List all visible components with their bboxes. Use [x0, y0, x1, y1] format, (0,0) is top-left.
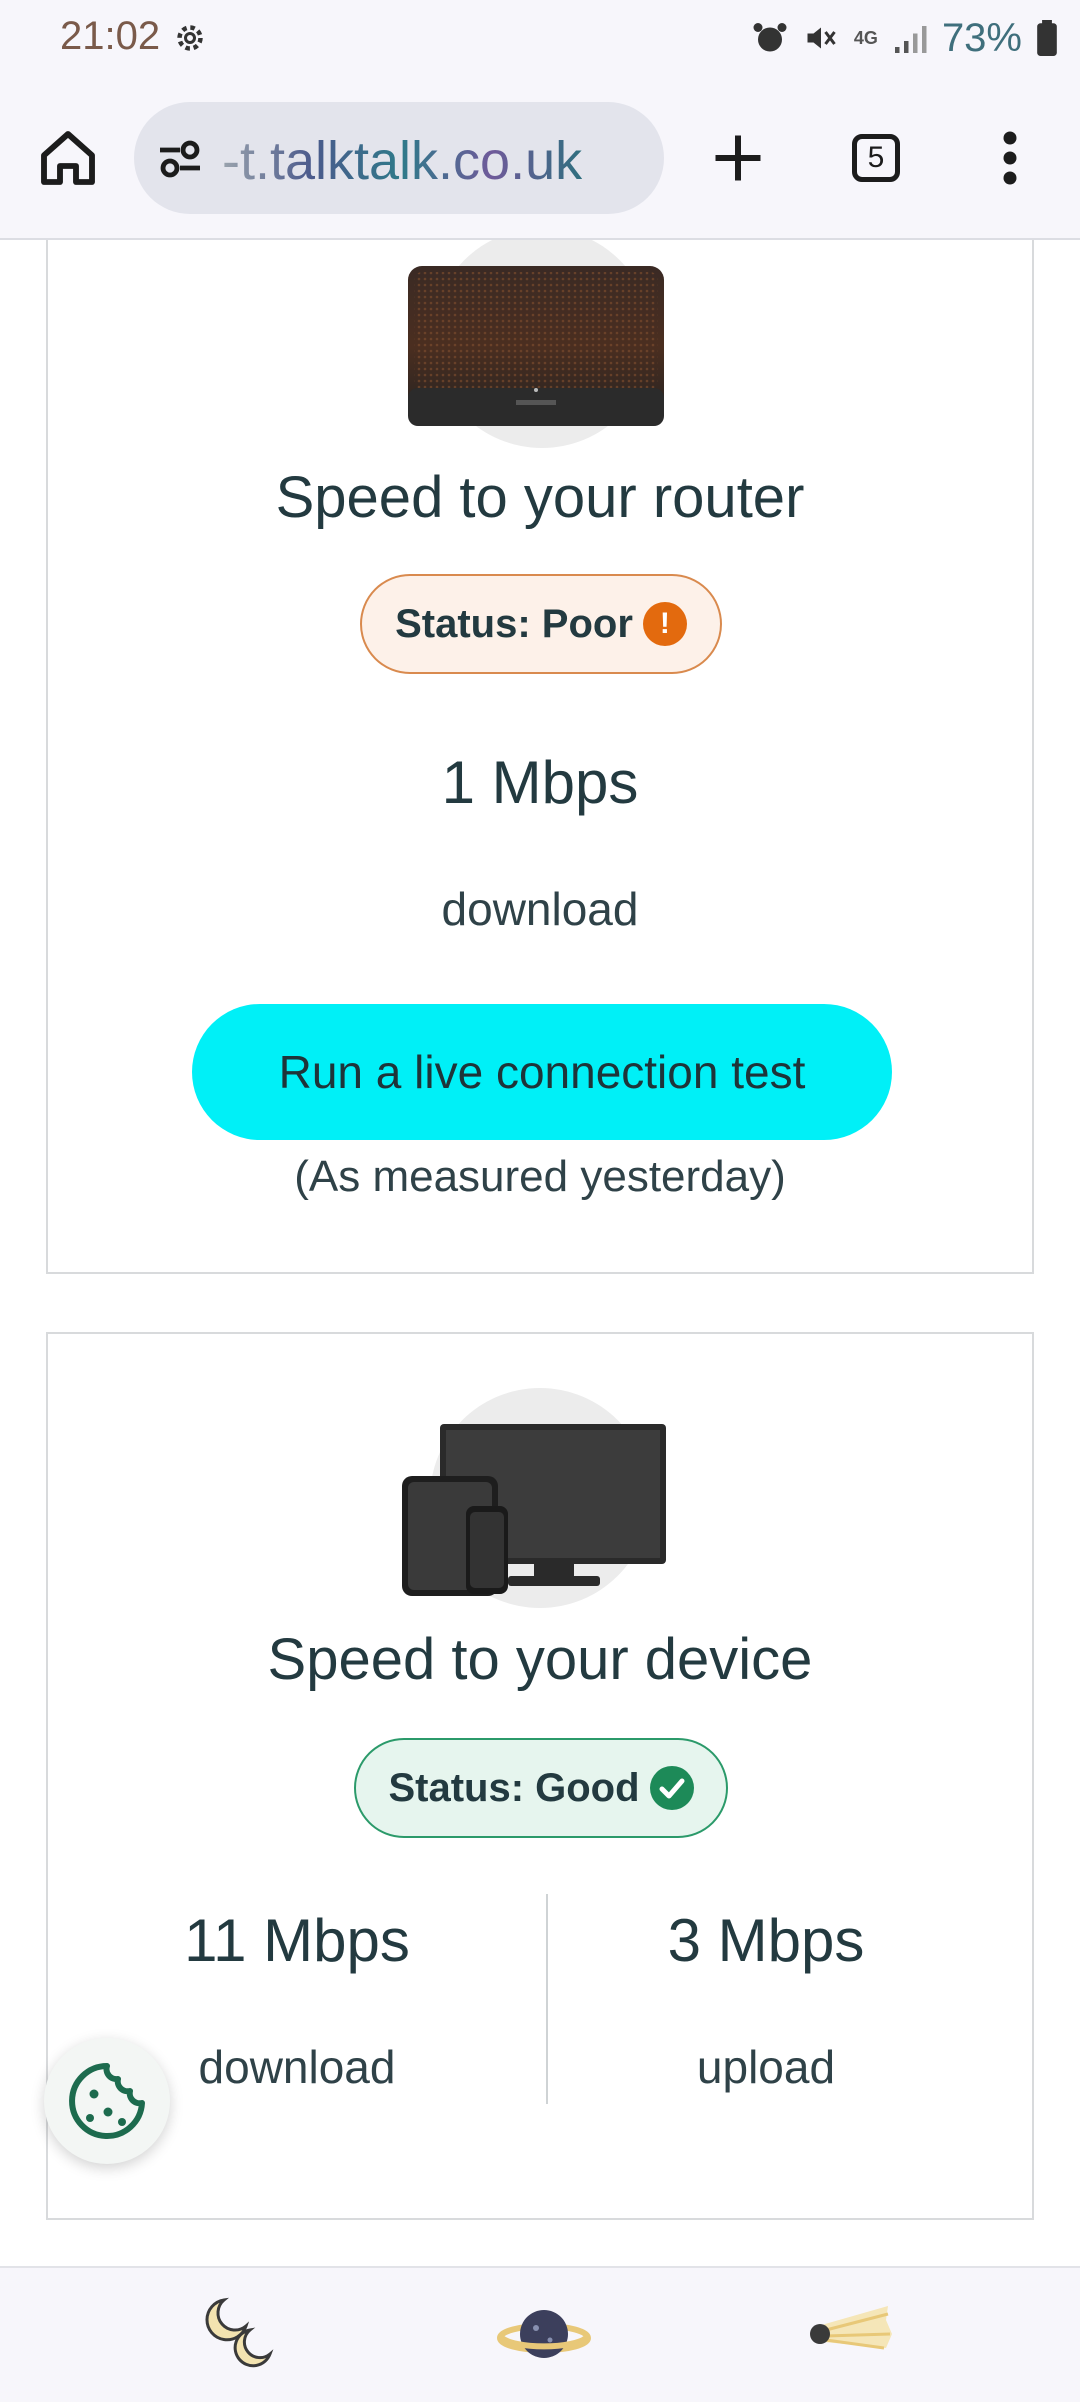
more-menu-icon[interactable] [990, 128, 1030, 188]
night-moons-icon[interactable] [194, 2290, 294, 2380]
router-download-speed: 1 Mbps [441, 749, 639, 816]
device-download-speed: 11 Mbps [184, 1907, 410, 1974]
measured-note: (As measured yesterday) [294, 1152, 786, 1201]
checkmark-icon [649, 1766, 694, 1810]
router-speed-card: Speed to your router Status: Poor ! 1 Mb… [46, 240, 1034, 1274]
tab-switcher-button[interactable]: 5 [852, 134, 900, 182]
battery-percent: 73% [941, 15, 1022, 60]
status-text: Status: Good [388, 1765, 640, 1810]
device-upload-label: upload [696, 2041, 836, 2093]
settings-gear-icon [177, 25, 203, 51]
page-content: Speed to your router Status: Poor ! 1 Mb… [0, 240, 1080, 2265]
router-download-label: download [441, 883, 639, 935]
cookie-icon [69, 2063, 145, 2139]
url-text[interactable]: -t.talktalk.co.uk [222, 130, 582, 192]
devices-image [402, 1424, 666, 1596]
signal-icon [894, 26, 927, 53]
device-upload-speed: 3 Mbps [667, 1907, 865, 1974]
mute-icon [807, 27, 836, 49]
network-type-label: 4G [853, 27, 878, 48]
alarm-icon [753, 23, 787, 52]
status-badge-poor: Status: Poor ! [360, 574, 722, 674]
home-icon[interactable] [36, 126, 100, 190]
status-badge-good: Status: Good [354, 1738, 728, 1838]
router-card-title: Speed to your router [275, 465, 805, 530]
device-speed-card: Speed to your device Status: Good 11 Mbp… [46, 1332, 1034, 2220]
browser-toolbar: -t.talktalk.co.uk 5 [0, 78, 1080, 240]
bottom-nav [0, 2266, 1080, 2402]
planet-icon[interactable] [494, 2290, 594, 2380]
battery-icon [1037, 20, 1057, 56]
comet-icon[interactable] [796, 2290, 896, 2380]
clock: 21:02 [60, 14, 161, 58]
address-bar[interactable]: -t.talktalk.co.uk [134, 102, 664, 214]
cookie-settings-button[interactable] [44, 2038, 170, 2164]
device-card-title: Speed to your device [267, 1627, 813, 1692]
warning-icon: ! [642, 602, 687, 646]
live-connection-test-button[interactable]: Run a live connection test [192, 1004, 892, 1140]
site-settings-icon[interactable] [156, 138, 204, 178]
status-bar: 21:02 4G 73% [0, 0, 1080, 78]
status-text: Status: Poor [395, 601, 633, 646]
new-tab-plus-icon[interactable] [708, 128, 768, 188]
router-image [408, 266, 664, 426]
